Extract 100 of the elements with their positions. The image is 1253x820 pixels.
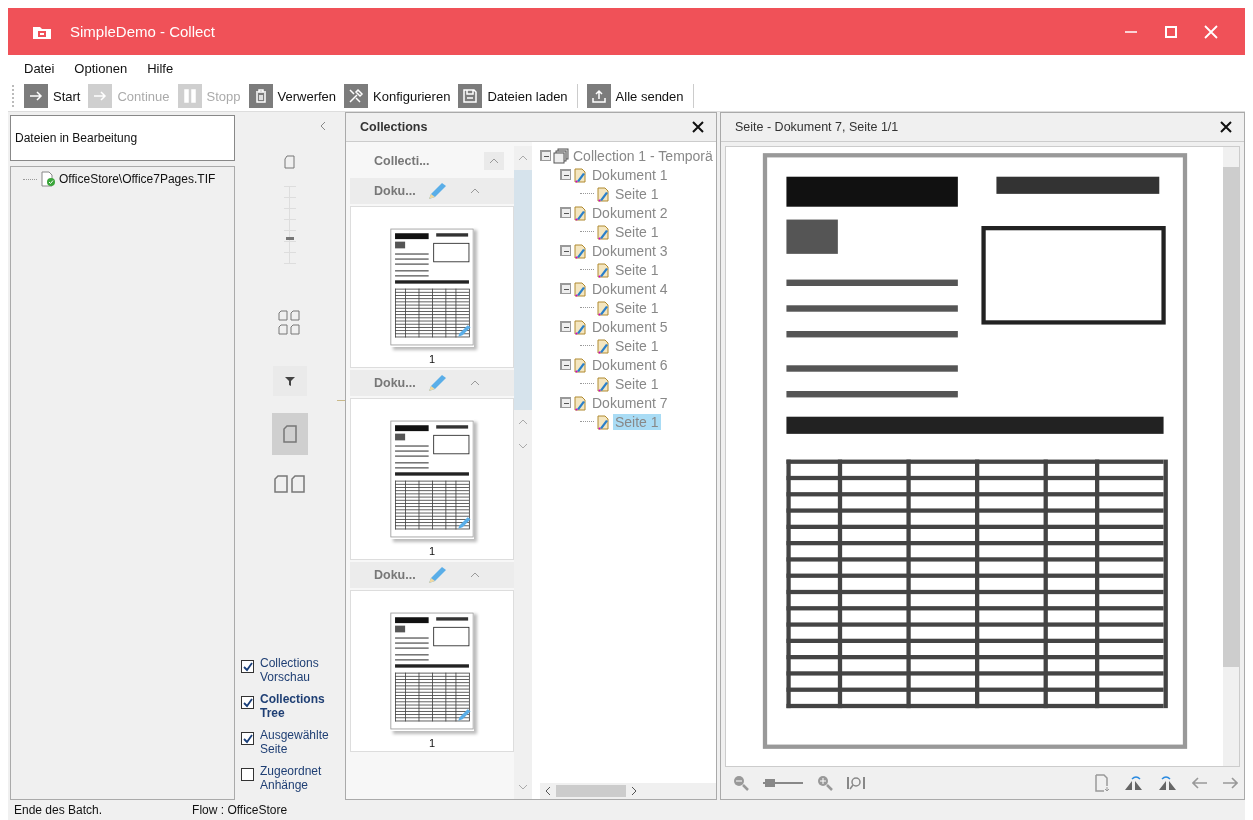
- option-label[interactable]: Collections Tree: [260, 692, 330, 720]
- collapse-toggle-icon[interactable]: [560, 397, 571, 408]
- option-label[interactable]: Zugeordnet Anhänge: [260, 764, 330, 792]
- tree-item[interactable]: Dokument 1: [590, 166, 670, 183]
- pencil-icon: [456, 515, 472, 531]
- page-number: 1: [428, 353, 436, 365]
- menu-item[interactable]: Datei: [16, 61, 63, 81]
- checkbox[interactable]: [241, 732, 254, 745]
- chevron-up-icon[interactable]: [469, 380, 480, 386]
- scrollbar[interactable]: [540, 783, 716, 799]
- menu-item[interactable]: Optionen: [66, 61, 136, 81]
- chevron-up-icon[interactable]: [469, 572, 480, 578]
- single-page-button[interactable]: [272, 413, 308, 455]
- collapse-toggle-icon[interactable]: [560, 359, 571, 370]
- menu-item[interactable]: Hilfe: [139, 61, 182, 81]
- filter-icon[interactable]: [273, 366, 307, 396]
- document-label[interactable]: Doku...: [374, 568, 416, 582]
- configure-icon: [344, 84, 369, 108]
- tree-item[interactable]: Seite 1: [613, 413, 661, 430]
- tree-item[interactable]: Seite 1: [613, 261, 661, 278]
- document-icon: [573, 166, 588, 183]
- page-icon: [596, 299, 611, 316]
- thumbnail-card[interactable]: 1: [350, 206, 514, 368]
- back-arrow-icon[interactable]: [1192, 777, 1208, 789]
- zoom-out-icon[interactable]: [733, 775, 749, 791]
- tree-item[interactable]: Dokument 5: [590, 318, 670, 335]
- slider-thumb[interactable]: [764, 779, 775, 787]
- checkbox[interactable]: [241, 768, 254, 781]
- tree-item[interactable]: Dokument 2: [590, 204, 670, 221]
- chevron-up-icon: [489, 158, 499, 164]
- scroll-left-icon[interactable]: [545, 786, 551, 796]
- slider-thumb[interactable]: [286, 236, 294, 240]
- rotate-right-icon[interactable]: [1158, 775, 1178, 791]
- scroll-up-icon[interactable]: [518, 155, 528, 161]
- file-item[interactable]: OfficeStore\Office7Pages.TIF: [59, 172, 216, 186]
- zoom-in-icon[interactable]: [817, 775, 833, 791]
- discard-icon: [248, 84, 273, 108]
- thumbnail-card[interactable]: 1: [350, 590, 514, 752]
- page-icon: [596, 375, 611, 392]
- toolbar-button[interactable]: Start: [22, 84, 83, 108]
- document-label[interactable]: Doku...: [374, 376, 416, 390]
- toolbar-button[interactable]: Alle senden: [584, 84, 686, 108]
- panel-title: Seite - Dokument 7, Seite 1/1: [735, 120, 899, 134]
- page-number: 1: [428, 737, 436, 749]
- option-label[interactable]: Collections Vorschau: [260, 656, 330, 684]
- page-icon: [282, 424, 298, 444]
- page-rotate-icon[interactable]: [1094, 774, 1110, 792]
- rotate-left-icon[interactable]: [1124, 775, 1144, 791]
- document-icon: [573, 318, 588, 335]
- tree-item[interactable]: Collection 1 - Temporä: [571, 147, 715, 164]
- tree-item[interactable]: Dokument 7: [590, 394, 670, 411]
- toolbar-button[interactable]: Verwerfen: [246, 84, 339, 108]
- pencil-icon: [456, 707, 472, 723]
- start-icon: [24, 84, 48, 108]
- collapse-toggle-icon[interactable]: [560, 207, 571, 218]
- collapse-toggle-icon[interactable]: [560, 245, 571, 256]
- page-icon: [596, 261, 611, 278]
- collection-header[interactable]: Collecti...: [374, 154, 430, 168]
- option-label[interactable]: Ausgewählte Seite: [260, 728, 330, 756]
- tree-item[interactable]: Seite 1: [613, 375, 661, 392]
- collapse-button[interactable]: [484, 152, 504, 170]
- stacked-pages-icon: [553, 147, 569, 164]
- scrollbar[interactable]: [514, 146, 532, 799]
- close-icon[interactable]: [1220, 121, 1232, 133]
- scroll-down-icon[interactable]: [518, 443, 528, 449]
- toolbar-button[interactable]: Konfigurieren: [342, 84, 453, 108]
- pencil-icon: [456, 323, 472, 339]
- tree-item[interactable]: Dokument 4: [590, 280, 670, 297]
- forward-arrow-icon[interactable]: [1222, 777, 1238, 789]
- scroll-right-icon[interactable]: [631, 786, 637, 796]
- document-icon: [573, 242, 588, 259]
- page-icon: [596, 337, 611, 354]
- page-icon: [596, 185, 611, 202]
- tree-item[interactable]: Dokument 3: [590, 242, 670, 259]
- tree-item[interactable]: Seite 1: [613, 223, 661, 240]
- checkbox[interactable]: [241, 660, 254, 673]
- continue-icon: [88, 84, 113, 108]
- close-icon[interactable]: [692, 121, 704, 133]
- collapse-toggle-icon[interactable]: [560, 283, 571, 294]
- zoom-slider[interactable]: [763, 779, 803, 787]
- maximize-icon[interactable]: [1165, 25, 1177, 38]
- collapse-toggle-icon[interactable]: [560, 321, 571, 332]
- tree-item[interactable]: Seite 1: [613, 185, 661, 202]
- fit-width-icon[interactable]: [847, 775, 865, 791]
- file-ok-icon: [40, 171, 56, 187]
- scroll-down-icon[interactable]: [518, 784, 528, 790]
- tree-item[interactable]: Seite 1: [613, 337, 661, 354]
- chevron-up-icon[interactable]: [469, 188, 480, 194]
- tree-item[interactable]: Dokument 6: [590, 356, 670, 373]
- scroll-up-icon[interactable]: [518, 419, 528, 425]
- load-icon: [458, 84, 483, 108]
- checkbox[interactable]: [241, 696, 254, 709]
- toolbar-button[interactable]: Dateien laden: [456, 84, 570, 108]
- thumbnail-card[interactable]: 1: [350, 398, 514, 560]
- collapse-toggle-icon[interactable]: [540, 150, 551, 161]
- tree-item[interactable]: Seite 1: [613, 299, 661, 316]
- status-text: Flow : OfficeStore: [192, 803, 288, 817]
- document-label[interactable]: Doku...: [374, 184, 416, 198]
- scrollbar[interactable]: [1223, 147, 1239, 766]
- collapse-toggle-icon[interactable]: [560, 169, 571, 180]
